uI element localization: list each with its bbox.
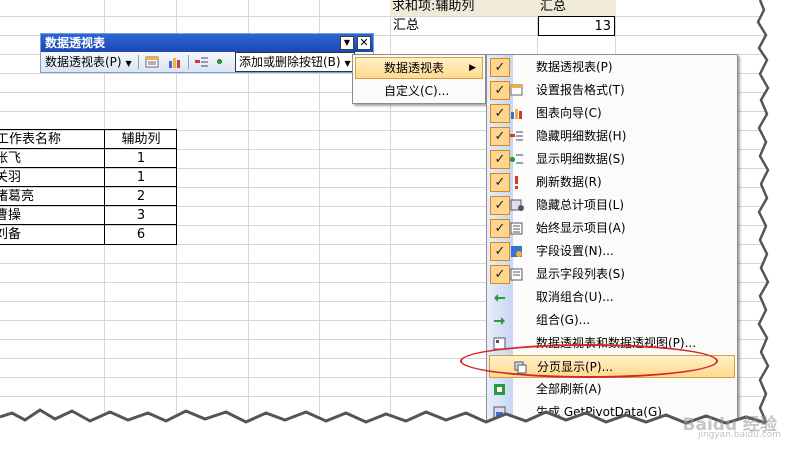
submenu-item-label: 数据透视表 <box>384 61 445 75</box>
check-icon: ✓ <box>490 173 510 192</box>
field-settings-icon <box>511 246 522 257</box>
table-row-name[interactable]: 张飞 <box>0 149 101 168</box>
table-row-value[interactable]: 3 <box>106 206 176 225</box>
toolbar-close-button[interactable]: ✕ <box>357 36 371 50</box>
menu-item-label: 显示明细数据(S) <box>536 152 625 166</box>
menu-item-label: 设置报告格式(T) <box>536 83 625 97</box>
pivot-table-toolbar: 数据透视表 ▼ ✕ 数据透视表(P) ▼ 添加或删除按钮(B) ▼ <box>40 33 374 73</box>
annotation-oval <box>460 344 718 378</box>
table-header-name[interactable]: 工作表名称 <box>0 130 102 149</box>
table-row-name[interactable]: 曹操 <box>0 206 101 225</box>
always-display-icon <box>510 222 523 235</box>
menu-item-label: 隐藏明细数据(H) <box>536 129 627 143</box>
menu-item-label: 隐藏总计项目(L) <box>536 198 625 212</box>
check-icon: ✓ <box>490 81 510 100</box>
toolbar-title-bar[interactable]: 数据透视表 ▼ ✕ <box>41 34 373 52</box>
ungroup-icon <box>494 294 505 302</box>
table-row-name[interactable]: 刘备 <box>0 225 101 244</box>
menu-item-label: 刷新数据(R) <box>536 175 602 189</box>
menu-item-show-detail[interactable]: ✓ 显示明细数据(S) <box>487 148 737 171</box>
check-icon: ✓ <box>490 104 510 123</box>
pivot-total-value[interactable]: 13 <box>538 16 615 36</box>
add-remove-buttons-button[interactable]: 添加或删除按钮(B) ▼ <box>235 52 355 72</box>
chevron-right-icon: ▶ <box>469 63 476 73</box>
menu-item-label: 数据透视表(P) <box>536 60 613 74</box>
menu-item-label: 图表向导(C) <box>536 106 602 120</box>
hide-detail-icon[interactable] <box>194 55 209 69</box>
check-icon: ✓ <box>490 196 510 215</box>
hide-totals-icon <box>510 199 524 211</box>
menu-item-hide-detail[interactable]: ✓ 隐藏明细数据(H) <box>487 125 737 148</box>
pivot-table-menu-button[interactable]: 数据透视表(P) ▼ <box>45 54 132 70</box>
table-row-value[interactable]: 1 <box>106 168 176 187</box>
menu-item-always-display[interactable]: ✓ 始终显示项目(A) <box>487 217 737 240</box>
menu-item-group[interactable]: 组合(G)... <box>487 309 737 332</box>
pivot-header-label[interactable]: 求和项:辅助列 <box>390 0 538 16</box>
format-report-icon[interactable] <box>145 55 160 69</box>
toolbar-body: 数据透视表(P) ▼ 添加或删除按钮(B) ▼ <box>41 52 373 72</box>
field-list-icon <box>510 268 523 281</box>
table-row-value[interactable]: 2 <box>106 187 176 206</box>
menu-item-format-report[interactable]: ✓ 设置报告格式(T) <box>487 79 737 102</box>
torn-edge-right <box>756 0 789 453</box>
menu-item-refresh[interactable]: ✓ 刷新数据(R) <box>487 171 737 194</box>
check-icon: ✓ <box>490 150 510 169</box>
menu-item-label: 始终显示项目(A) <box>536 221 626 235</box>
show-detail-icon[interactable] <box>216 55 231 69</box>
menu-item-label: 显示字段列表(S) <box>536 267 625 281</box>
format-report-icon <box>510 84 523 96</box>
submenu-item-pivot-table[interactable]: 数据透视表 ▶ <box>355 57 483 79</box>
check-icon: ✓ <box>490 265 510 284</box>
show-detail-icon <box>510 154 523 164</box>
menu-item-pivot-table[interactable]: ✓ 数据透视表(P) <box>487 56 737 79</box>
refresh-icon <box>515 176 518 189</box>
chart-wizard-icon[interactable] <box>167 55 182 69</box>
check-icon: ✓ <box>490 242 510 261</box>
torn-edge-bottom <box>0 408 789 453</box>
toolbar-options-button[interactable]: ▼ <box>340 36 354 50</box>
check-icon: ✓ <box>490 219 510 238</box>
table-row-name[interactable]: 关羽 <box>0 168 101 187</box>
table-header-value[interactable]: 辅助列 <box>106 130 176 149</box>
menu-item-field-list[interactable]: ✓ 显示字段列表(S) <box>487 263 737 286</box>
menu-item-label: 字段设置(N)... <box>536 244 614 258</box>
add-remove-buttons-label: 添加或删除按钮(B) <box>239 55 341 69</box>
pivot-header-value[interactable]: 汇总 <box>538 0 616 16</box>
menu-item-ungroup[interactable]: 取消组合(U)... <box>487 286 737 309</box>
watermark-url: jingyan.baidu.com <box>697 430 781 440</box>
toolbar-title: 数据透视表 <box>45 36 106 50</box>
group-icon <box>494 317 505 325</box>
pivot-total-label[interactable]: 汇总 <box>390 16 538 35</box>
hide-detail-icon <box>510 131 523 141</box>
table-row-value[interactable]: 1 <box>106 149 176 168</box>
menu-item-chart-wizard[interactable]: ✓ 图表向导(C) <box>487 102 737 125</box>
check-icon: ✓ <box>490 58 510 77</box>
pivot-table-menu-label: 数据透视表(P) <box>45 55 122 69</box>
submenu-item-customize[interactable]: 自定义(C)... <box>353 80 485 103</box>
chart-wizard-icon <box>511 109 522 119</box>
check-icon: ✓ <box>490 127 510 146</box>
menu-item-field-settings[interactable]: ✓ 字段设置(N)... <box>487 240 737 263</box>
table-row-name[interactable]: 诸葛亮 <box>0 187 101 206</box>
add-remove-submenu: 数据透视表 ▶ 自定义(C)... <box>352 54 486 104</box>
menu-item-label: 组合(G)... <box>536 313 591 327</box>
submenu-item-label: 自定义(C)... <box>384 84 450 98</box>
menu-item-label: 取消组合(U)... <box>536 290 614 304</box>
chevron-down-icon: ▼ <box>344 59 351 68</box>
menu-item-hide-totals[interactable]: ✓ 隐藏总计项目(L) <box>487 194 737 217</box>
table-row-value[interactable]: 6 <box>106 225 176 244</box>
chevron-down-icon: ▼ <box>125 59 132 68</box>
